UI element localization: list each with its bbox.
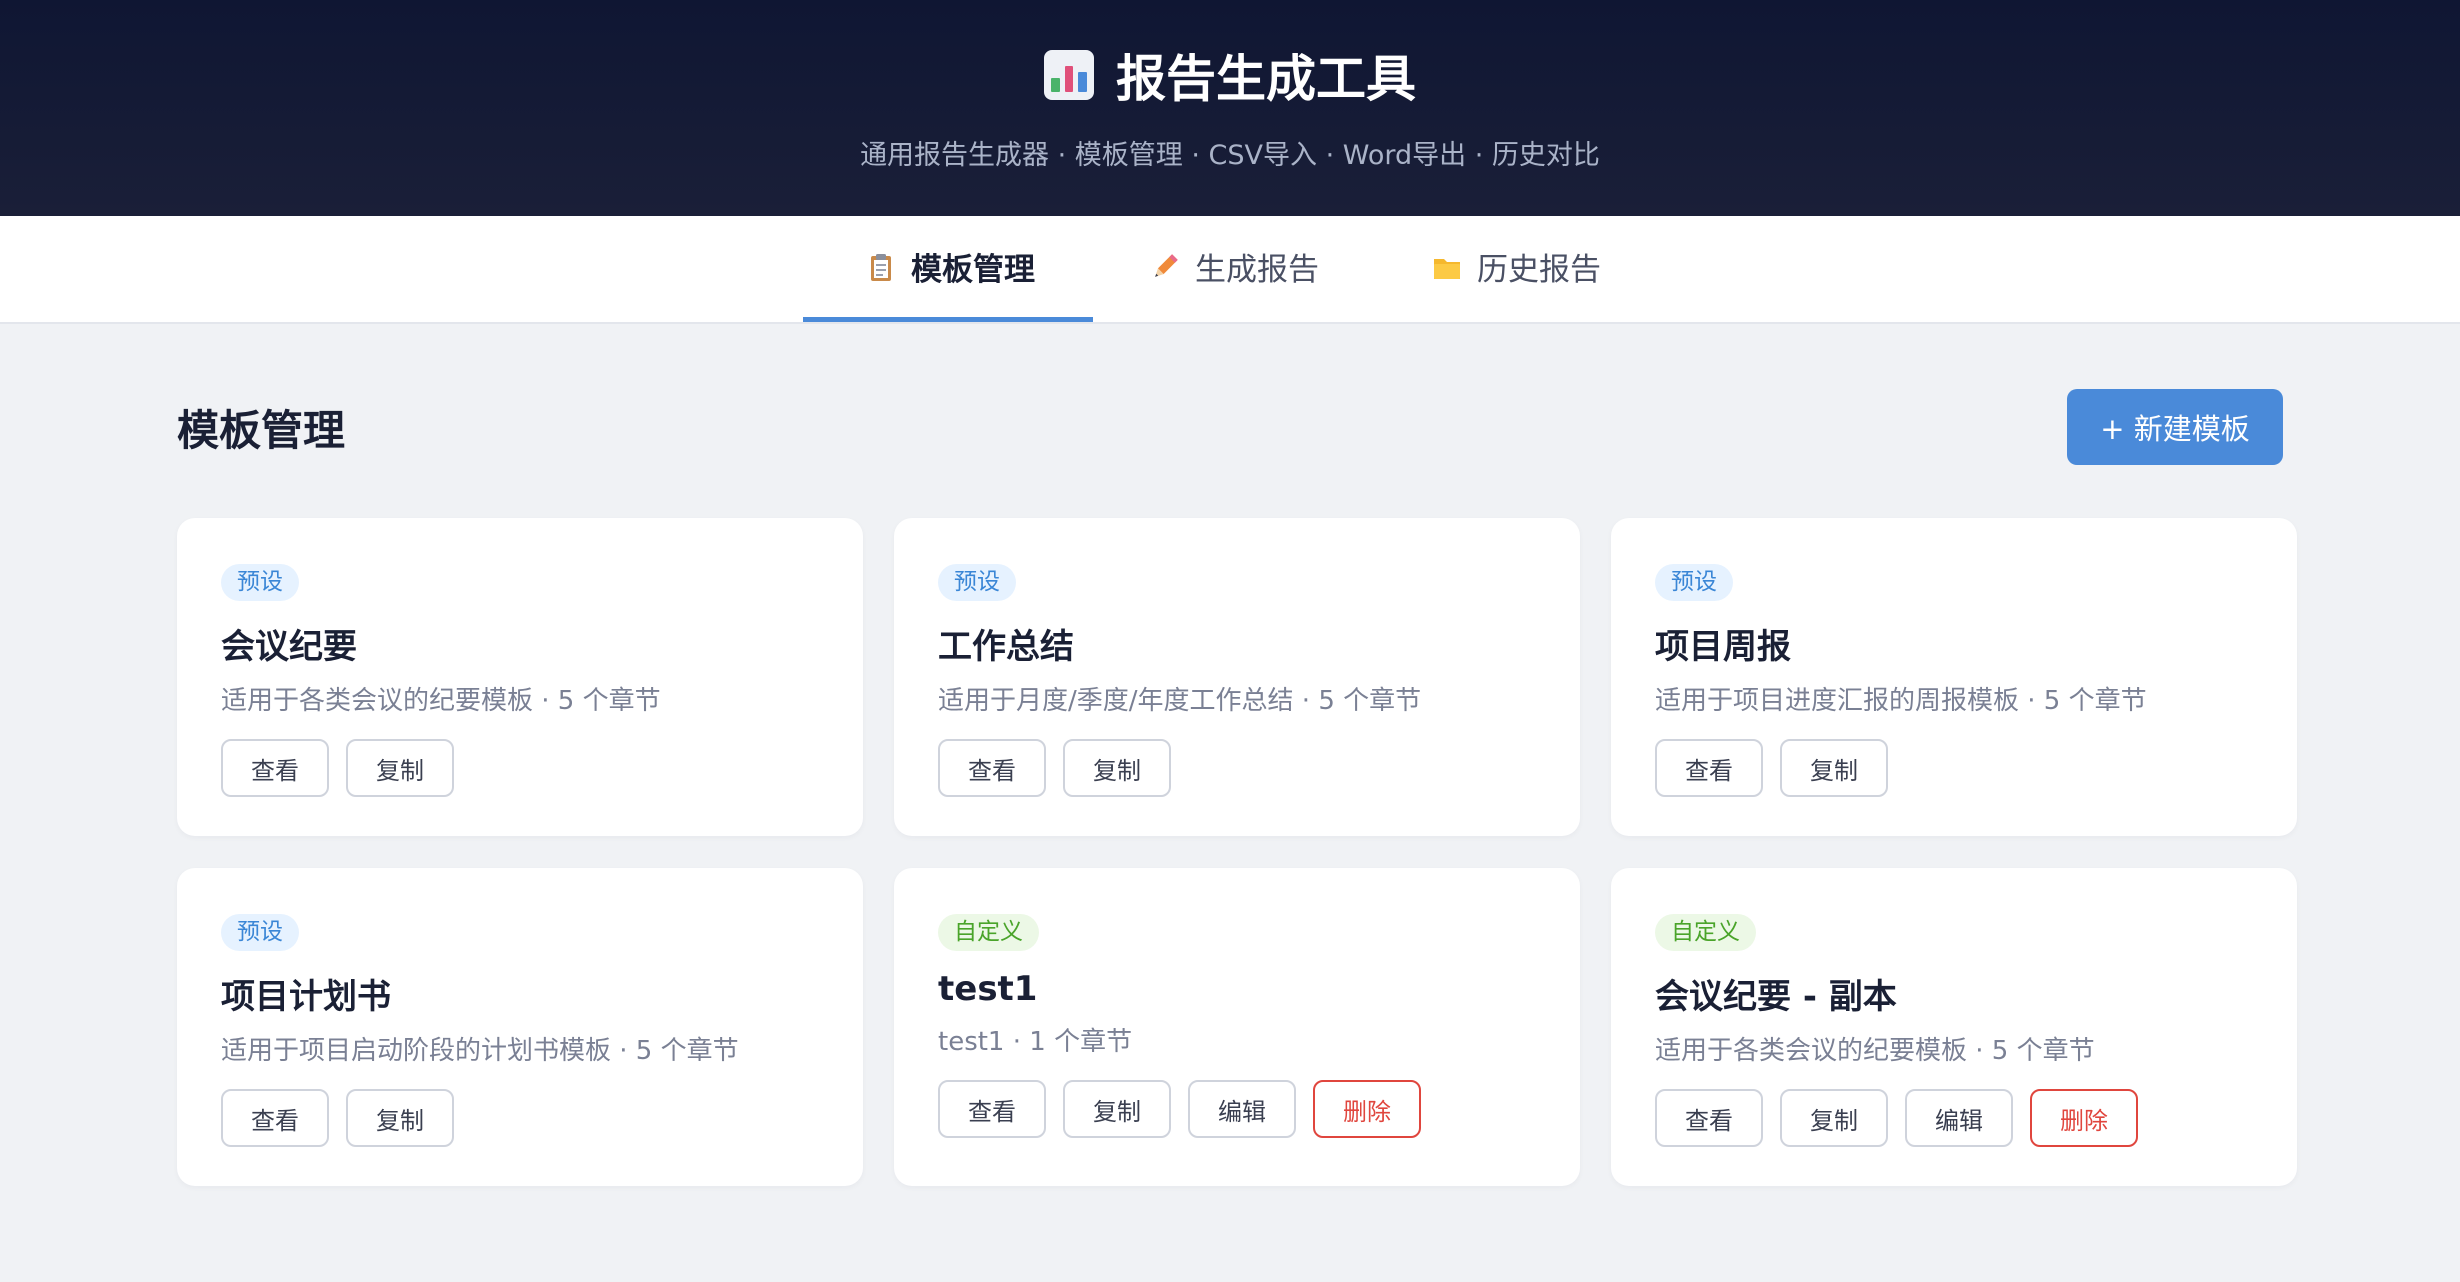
template-card: 自定义 test1 test1 · 1 个章节 查看 复制 编辑 删除 xyxy=(894,868,1580,1186)
tab-history-reports[interactable]: 历史报告 xyxy=(1375,216,1657,322)
card-actions: 查看 复制 编辑 删除 xyxy=(938,1080,1536,1138)
copy-button[interactable]: 复制 xyxy=(1063,1080,1171,1138)
tab-bar: 模板管理 生成报告 历史报告 xyxy=(0,216,2460,324)
pencil-icon xyxy=(1155,253,1178,277)
template-description: 适用于项目启动阶段的计划书模板 · 5 个章节 xyxy=(221,1036,739,1066)
template-card: 预设 项目计划书 适用于项目启动阶段的计划书模板 · 5 个章节 查看 复制 xyxy=(177,868,863,1186)
template-title: 项目周报 xyxy=(1655,627,1791,667)
app-title-text: 报告生成工具 xyxy=(1116,49,1416,108)
clipboard-icon xyxy=(871,253,891,281)
template-title: test1 xyxy=(938,969,1038,1009)
section-header: 模板管理 + 新建模板 xyxy=(177,324,2283,518)
view-button[interactable]: 查看 xyxy=(1655,1089,1763,1147)
app-header: 报告生成工具 通用报告生成器 · 模板管理 · CSV导入 · Word导出 ·… xyxy=(0,0,2460,216)
view-button[interactable]: 查看 xyxy=(221,1089,329,1147)
tab-template-management[interactable]: 模板管理 xyxy=(803,216,1093,322)
template-title: 会议纪要 xyxy=(221,627,357,667)
card-actions: 查看 复制 xyxy=(1655,739,2253,797)
card-actions: 查看 复制 xyxy=(221,1089,819,1147)
tab-label: 历史报告 xyxy=(1477,252,1601,288)
new-template-button[interactable]: + 新建模板 xyxy=(2067,389,2283,465)
template-title: 项目计划书 xyxy=(221,977,391,1017)
copy-button[interactable]: 复制 xyxy=(1063,739,1171,797)
edit-button[interactable]: 编辑 xyxy=(1905,1089,2013,1147)
delete-button[interactable]: 删除 xyxy=(1313,1080,1421,1138)
folder-icon xyxy=(1434,258,1460,279)
preset-badge: 预设 xyxy=(221,914,299,951)
template-card: 预设 会议纪要 适用于各类会议的纪要模板 · 5 个章节 查看 复制 xyxy=(177,518,863,836)
bar-chart-icon xyxy=(1044,49,1094,100)
app-subtitle: 通用报告生成器 · 模板管理 · CSV导入 · Word导出 · 历史对比 xyxy=(860,139,1600,171)
card-actions: 查看 复制 编辑 删除 xyxy=(1655,1089,2253,1147)
tab-label: 模板管理 xyxy=(911,252,1035,288)
template-description: 适用于各类会议的纪要模板 · 5 个章节 xyxy=(221,686,661,716)
copy-button[interactable]: 复制 xyxy=(346,1089,454,1147)
template-description: 适用于项目进度汇报的周报模板 · 5 个章节 xyxy=(1655,686,2147,716)
template-grid: 预设 会议纪要 适用于各类会议的纪要模板 · 5 个章节 查看 复制 预设 工作… xyxy=(177,518,2297,1186)
template-description: test1 · 1 个章节 xyxy=(938,1027,1133,1057)
template-card: 预设 工作总结 适用于月度/季度/年度工作总结 · 5 个章节 查看 复制 xyxy=(894,518,1580,836)
copy-button[interactable]: 复制 xyxy=(1780,739,1888,797)
main-content: 模板管理 + 新建模板 预设 会议纪要 适用于各类会议的纪要模板 · 5 个章节… xyxy=(0,324,2460,1186)
card-actions: 查看 复制 xyxy=(221,739,819,797)
view-button[interactable]: 查看 xyxy=(938,739,1046,797)
copy-button[interactable]: 复制 xyxy=(1780,1089,1888,1147)
tab-label: 生成报告 xyxy=(1195,252,1319,288)
template-card: 预设 项目周报 适用于项目进度汇报的周报模板 · 5 个章节 查看 复制 xyxy=(1611,518,2297,836)
template-description: 适用于各类会议的纪要模板 · 5 个章节 xyxy=(1655,1036,2095,1066)
view-button[interactable]: 查看 xyxy=(938,1080,1046,1138)
copy-button[interactable]: 复制 xyxy=(346,739,454,797)
custom-badge: 自定义 xyxy=(1655,914,1756,951)
template-card: 自定义 会议纪要 - 副本 适用于各类会议的纪要模板 · 5 个章节 查看 复制… xyxy=(1611,868,2297,1186)
preset-badge: 预设 xyxy=(221,564,299,601)
view-button[interactable]: 查看 xyxy=(1655,739,1763,797)
delete-button[interactable]: 删除 xyxy=(2030,1089,2138,1147)
view-button[interactable]: 查看 xyxy=(221,739,329,797)
edit-button[interactable]: 编辑 xyxy=(1188,1080,1296,1138)
custom-badge: 自定义 xyxy=(938,914,1039,951)
card-actions: 查看 复制 xyxy=(938,739,1536,797)
tab-generate-report[interactable]: 生成报告 xyxy=(1093,216,1375,322)
preset-badge: 预设 xyxy=(938,564,1016,601)
template-title: 工作总结 xyxy=(938,627,1074,667)
template-title: 会议纪要 - 副本 xyxy=(1655,977,1897,1017)
section-title: 模板管理 xyxy=(177,405,346,455)
preset-badge: 预设 xyxy=(1655,564,1733,601)
template-description: 适用于月度/季度/年度工作总结 · 5 个章节 xyxy=(938,686,1422,716)
app-title: 报告生成工具 xyxy=(1044,39,1416,111)
